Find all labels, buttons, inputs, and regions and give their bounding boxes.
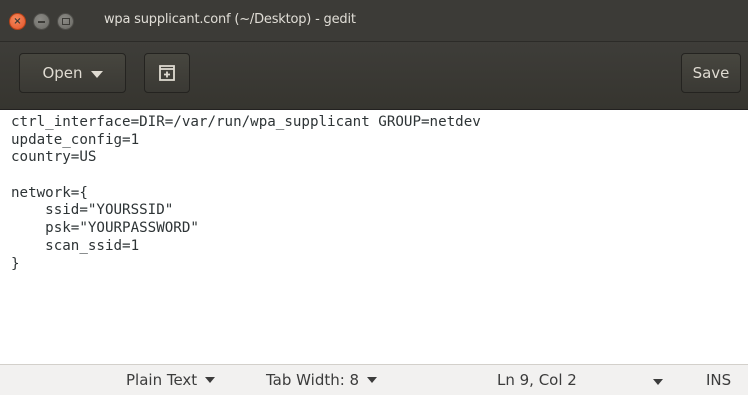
text-editor[interactable]: ctrl_interface=DIR=/var/run/wpa_supplica… [0, 110, 748, 364]
code-line: scan_ssid=1 [11, 237, 140, 254]
tab-width-label: Tab Width: 8 [266, 371, 360, 389]
insert-mode-indicator: INS [706, 371, 731, 389]
code-line: ctrl_interface=DIR=/var/run/wpa_supplica… [11, 114, 481, 130]
new-document-icon [159, 65, 175, 81]
save-button[interactable]: Save [681, 53, 741, 93]
code-line: psk="YOURPASSWORD" [11, 220, 199, 237]
chevron-down-icon[interactable] [653, 379, 663, 385]
chevron-down-icon [205, 377, 216, 383]
open-button[interactable]: Open [19, 53, 126, 93]
code-line: country=US [11, 149, 97, 166]
header-bar: Open Save [0, 42, 748, 110]
chevron-down-icon [367, 377, 378, 383]
minimize-icon[interactable] [33, 13, 50, 30]
cursor-position-selector[interactable]: Ln 9, Col 2 [497, 371, 577, 389]
gedit-window: × wpa supplicant.conf (~/Desktop) - gedi… [0, 0, 748, 395]
language-label: Plain Text [126, 371, 198, 389]
status-bar: Plain Text Tab Width: 8 Ln 9, Col 2 INS [0, 364, 748, 395]
open-button-label: Open [42, 64, 83, 82]
tab-width-selector[interactable]: Tab Width: 8 [266, 371, 378, 389]
language-selector[interactable]: Plain Text [126, 371, 216, 389]
new-document-button[interactable] [144, 53, 190, 93]
code-line: update_config=1 [11, 131, 140, 148]
title-bar[interactable]: × wpa supplicant.conf (~/Desktop) - gedi… [0, 0, 748, 42]
window-title: wpa supplicant.conf (~/Desktop) - gedit [104, 12, 356, 27]
chevron-down-icon [90, 70, 103, 78]
insert-mode-label: INS [706, 371, 732, 389]
code-line: ssid="YOURSSID" [11, 202, 174, 219]
close-icon[interactable]: × [9, 13, 26, 30]
code-line: network={ [11, 184, 88, 201]
code-line: } [11, 255, 20, 272]
maximize-icon[interactable] [57, 13, 74, 30]
cursor-position-label: Ln 9, Col 2 [497, 371, 577, 389]
